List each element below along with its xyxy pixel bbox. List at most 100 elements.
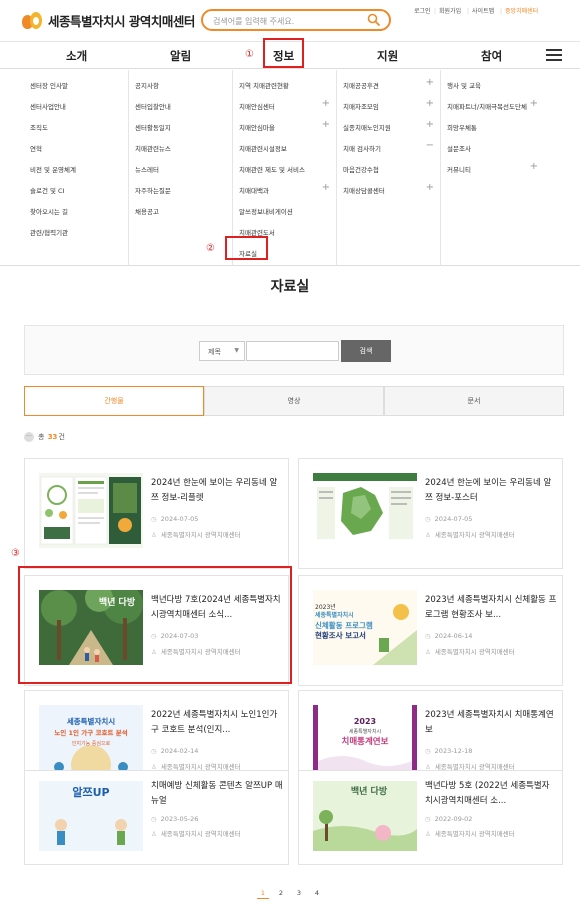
menu-item[interactable]: 치매자조모임 +: [337, 98, 440, 111]
publication-card[interactable]: 2024년 한눈에 보이는 우리동네 알쯔 정보-포스터 2024-07-05 …: [298, 458, 563, 569]
menu-item[interactable]: 치매안심센터 +: [233, 98, 336, 111]
search-icon[interactable]: [367, 13, 381, 27]
nav-participation[interactable]: 참여: [481, 48, 502, 64]
step-marker-1: ①: [245, 49, 254, 60]
menu-item[interactable]: 지역 치매관련현황: [233, 80, 336, 90]
menu-item[interactable]: 치매관련시설정보: [233, 143, 336, 153]
step-marker-3: ③: [11, 548, 20, 559]
menu-item[interactable]: 알쓰정보내비게이션: [233, 206, 336, 216]
site-logo[interactable]: 세종특별자치시 광역치매센터: [22, 11, 195, 30]
search-button[interactable]: 검색: [341, 340, 391, 362]
menu-item-label: 치매안심마을: [239, 124, 275, 132]
menu-item[interactable]: 공지사항: [129, 80, 232, 90]
menu-item[interactable]: 센터사업안내: [24, 101, 128, 111]
menu-item-label: 치매파트너/치매극복선도단체: [447, 103, 527, 111]
menu-item-label: 치매상담콜센터: [343, 187, 385, 195]
publication-author: 세종특별자치시 광역치매센터: [151, 828, 241, 838]
expand-icon[interactable]: +: [530, 161, 538, 172]
menu-item[interactable]: 찾아오시는 길: [24, 206, 128, 216]
signup-link[interactable]: 회원가입: [434, 6, 461, 15]
publication-title[interactable]: 2022년 세종특별자치시 노인1인가구 코호트 분석(인지...: [151, 708, 283, 738]
thumbnail-text: 2023: [353, 717, 377, 726]
publication-card[interactable]: 2024년 한눈에 보이는 우리동네 알쯔 정보-리플렛 2024-07-05 …: [24, 458, 289, 569]
menu-item-label: 치매공공후견: [343, 82, 379, 90]
expand-icon[interactable]: +: [426, 182, 434, 193]
menu-item[interactable]: 관련/협력기관: [24, 227, 128, 237]
highlight-box-info: [263, 38, 304, 68]
page-2[interactable]: 2: [275, 887, 287, 899]
menu-item[interactable]: 실종치매노인지원 +: [337, 119, 440, 132]
expand-icon[interactable]: +: [426, 119, 434, 130]
page-1[interactable]: 1: [257, 887, 269, 899]
nav-intro[interactable]: 소개: [66, 48, 87, 64]
header-search-input[interactable]: [213, 14, 363, 28]
publication-thumbnail: [313, 473, 417, 548]
menu-item[interactable]: 치매안심마을 +: [233, 119, 336, 132]
menu-item[interactable]: 커뮤니티 +: [441, 161, 544, 174]
menu-item-label: 실종치매노인지원: [343, 124, 391, 132]
menu-item[interactable]: 치매대백과 +: [233, 182, 336, 195]
expand-icon[interactable]: +: [322, 182, 330, 193]
menu-item[interactable]: 센터입찰안내: [129, 101, 232, 111]
menu-item[interactable]: 치매 검사하기 −: [337, 140, 440, 153]
menu-icon[interactable]: [546, 49, 562, 61]
publication-title[interactable]: 2023년 세종특별자치시 치매통계연보: [425, 708, 557, 738]
menu-item[interactable]: 치매파트너/치매극복선도단체 +: [441, 98, 544, 111]
menu-item[interactable]: 채용공고: [129, 206, 232, 216]
menu-item[interactable]: 치매관련 제도 및 서비스: [233, 164, 336, 174]
menu-item[interactable]: 치매공공후견 +: [337, 77, 440, 90]
menu-item[interactable]: 뉴스레터: [129, 164, 232, 174]
menu-item-label: 치매 검사하기: [343, 145, 381, 153]
menu-item[interactable]: 설문조사: [441, 143, 544, 153]
publication-card[interactable]: 2023년 세종특별자치시 신체활동 프로그램 현황조사 보고서 2023년 세…: [298, 575, 563, 686]
keyword-input[interactable]: [246, 341, 339, 361]
menu-item[interactable]: 비전 및 운영체계: [24, 164, 128, 174]
publication-date: 2024-02-14: [151, 747, 199, 755]
menu-item[interactable]: 행사 및 교육: [441, 80, 544, 90]
menu-item[interactable]: 센터장 인사말: [24, 80, 128, 90]
expand-icon[interactable]: +: [426, 77, 434, 88]
publication-title[interactable]: 백년다방 5호 (2022년 세종특별자치시광역치매센터 소...: [425, 779, 557, 809]
menu-item-label: 치매대백과: [239, 187, 269, 195]
thumbnail-text: 치매통계연보: [341, 737, 389, 747]
menu-item[interactable]: 연혁: [24, 143, 128, 153]
expand-icon[interactable]: +: [322, 98, 330, 109]
sitemap-link[interactable]: 사이트맵: [467, 6, 494, 15]
publication-title[interactable]: 2024년 한눈에 보이는 우리동네 알쯔 정보-포스터: [425, 476, 557, 506]
tab-documents[interactable]: 문서: [384, 386, 564, 416]
search-field-select[interactable]: 제목 ▼: [199, 341, 245, 361]
publication-thumbnail: 2023년 세종특별자치시 신체활동 프로그램 현황조사 보고서: [313, 590, 417, 665]
expand-icon[interactable]: +: [322, 119, 330, 130]
login-link[interactable]: 로그인: [414, 6, 431, 15]
tab-video[interactable]: 영상: [204, 386, 384, 416]
menu-item[interactable]: 희망우체통: [441, 122, 544, 132]
tab-publications[interactable]: 간행물: [24, 386, 204, 416]
collapse-icon[interactable]: −: [426, 140, 434, 151]
menu-item[interactable]: 센터활동일지: [129, 122, 232, 132]
page-3[interactable]: 3: [293, 887, 305, 899]
board-search: 제목 ▼ 검색: [24, 325, 564, 375]
menu-item[interactable]: 슬로건 및 CI: [24, 185, 128, 195]
nav-support[interactable]: 지원: [377, 48, 398, 64]
central-dementia-center-link[interactable]: 중앙치매센터: [500, 6, 538, 15]
menu-item[interactable]: 조직도: [24, 122, 128, 132]
menu-item[interactable]: 자주하는질문: [129, 185, 232, 195]
publication-card[interactable]: 알쯔UP 치매예방 신체활동 콘텐츠 알쯔UP 매뉴얼 2023-05-26 세…: [24, 770, 289, 865]
expand-icon[interactable]: +: [530, 98, 538, 109]
nav-notice[interactable]: 알림: [170, 48, 191, 64]
publication-title[interactable]: 치매예방 신체활동 콘텐츠 알쯔UP 매뉴얼: [151, 779, 283, 809]
expand-icon[interactable]: +: [426, 98, 434, 109]
publication-title[interactable]: 2023년 세종특별자치시 신체활동 프로그램 현황조사 보...: [425, 593, 557, 623]
publication-date: 2024-07-05: [425, 515, 473, 523]
site-header: 세종특별자치시 광역치매센터 로그인 회원가입 사이트맵 중앙치매센터: [0, 0, 580, 42]
publication-card[interactable]: 백년 다방 백년다방 5호 (2022년 세종특별자치시광역치매센터 소... …: [298, 770, 563, 865]
mega-col-participation: 행사 및 교육 치매파트너/치매극복선도단체 + 희망우체통 설문조사 커뮤니티 +: [440, 70, 544, 266]
highlight-box-archive: [225, 236, 268, 260]
menu-item[interactable]: 치매관련뉴스: [129, 143, 232, 153]
menu-item[interactable]: 마음건강수첩: [337, 164, 440, 174]
menu-item[interactable]: 치매상담콜센터 +: [337, 182, 440, 195]
publication-title[interactable]: 2024년 한눈에 보이는 우리동네 알쯔 정보-리플렛: [151, 476, 283, 506]
page-4[interactable]: 4: [311, 887, 323, 899]
publication-author: 세종특별자치시 광역치매센터: [425, 529, 515, 539]
search-field-value: 제목: [208, 348, 221, 356]
